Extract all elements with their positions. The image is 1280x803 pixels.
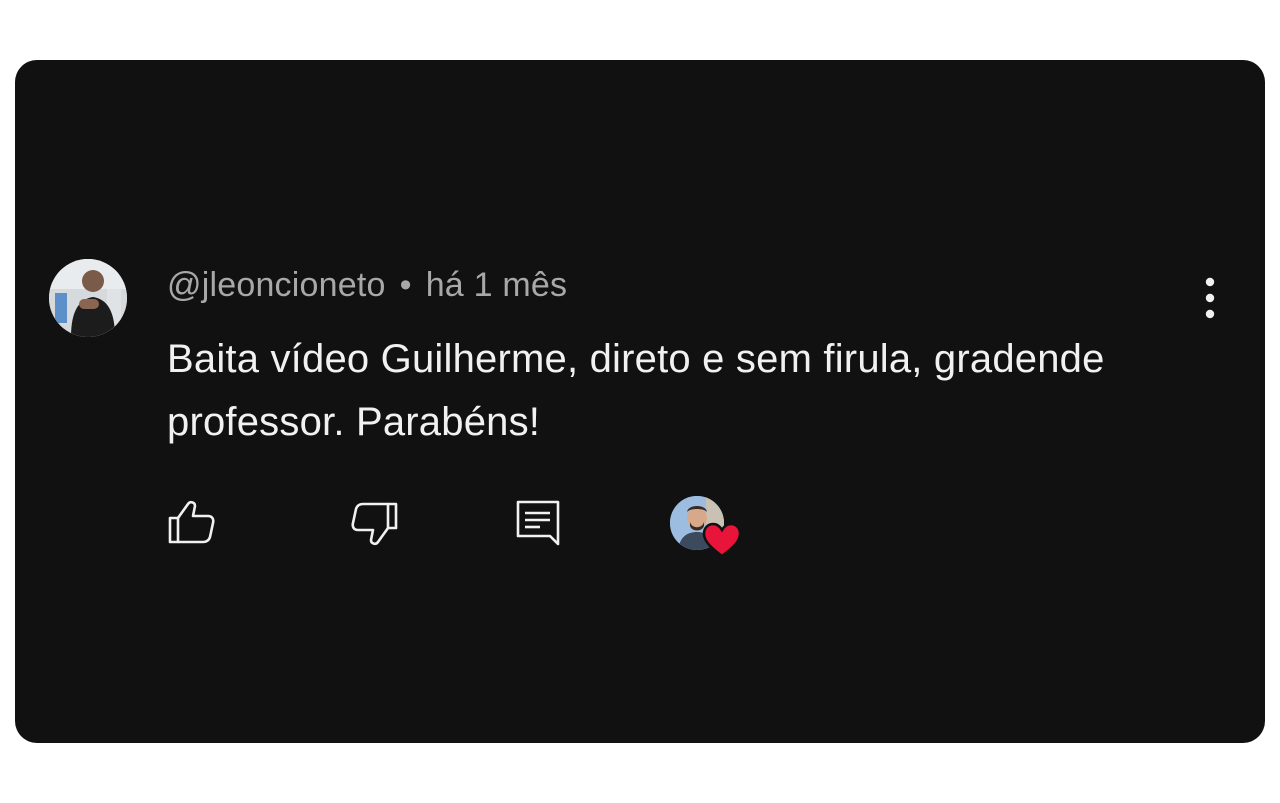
comment-meta: @jleoncioneto • há 1 mês xyxy=(167,266,567,305)
author-avatar[interactable] xyxy=(49,259,127,337)
like-button[interactable] xyxy=(165,496,219,550)
creator-heart-badge xyxy=(670,496,748,560)
reply-icon xyxy=(516,500,560,546)
author-name[interactable]: @jleoncioneto xyxy=(167,266,386,304)
thumbs-down-icon xyxy=(351,502,398,546)
comment-card: @jleoncioneto • há 1 mês Baita vídeo Guilh… xyxy=(15,60,1265,743)
comment-time[interactable]: há 1 mês xyxy=(426,266,567,304)
heart-icon xyxy=(702,522,742,558)
more-vertical-icon xyxy=(1205,277,1215,319)
reply-button[interactable] xyxy=(511,496,565,550)
dislike-button[interactable] xyxy=(347,496,401,550)
comment: @jleoncioneto • há 1 mês Baita vídeo Guilh… xyxy=(15,60,1265,743)
user-avatar-icon xyxy=(49,259,127,337)
thumbs-up-icon xyxy=(168,500,215,544)
comment-text: Baita vídeo Guilherme, direto e sem firu… xyxy=(167,337,1105,444)
meta-separator: • xyxy=(399,266,412,304)
more-options-button[interactable] xyxy=(1195,274,1225,324)
